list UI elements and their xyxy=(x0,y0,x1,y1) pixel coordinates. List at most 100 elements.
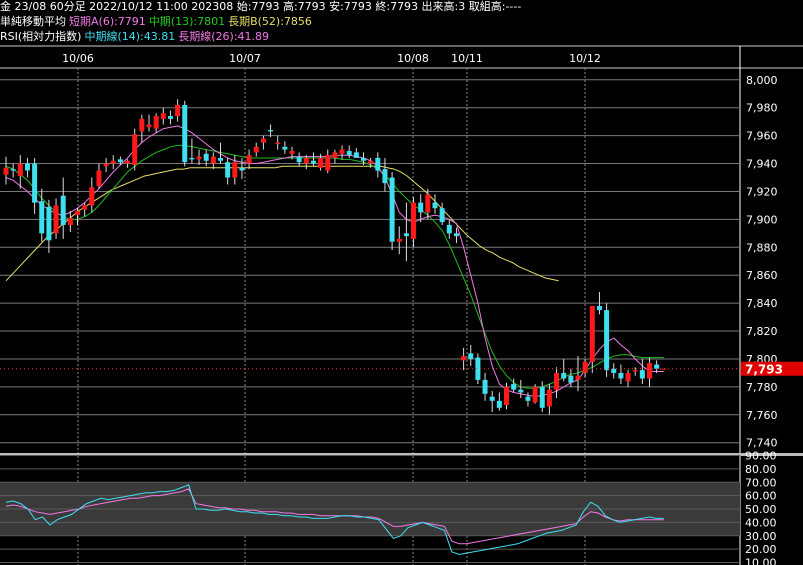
candle-body xyxy=(210,156,216,164)
price-tick-label: 7,780 xyxy=(746,381,778,394)
ma-long-line xyxy=(5,165,559,282)
rsi-panel: 10.0020.0030.0040.0050.0060.0070.0080.00… xyxy=(0,450,777,565)
candle xyxy=(353,148,359,158)
candle-body xyxy=(325,155,331,171)
price-tick-label: 8,000 xyxy=(746,74,778,87)
candle xyxy=(389,171,395,251)
rsi-tick-label: 90.00 xyxy=(745,450,777,463)
candle-body xyxy=(647,363,652,379)
candle xyxy=(175,99,181,122)
candle xyxy=(253,142,259,157)
candle xyxy=(139,114,145,143)
candlestick-chart[interactable]: 10/06 10/07 10/08 10/11 10/12 7,740 7,760 7,78… xyxy=(0,0,803,565)
candle xyxy=(332,149,338,164)
price-tick-label: 7,940 xyxy=(746,158,778,171)
candle xyxy=(196,149,202,165)
candle-body xyxy=(361,157,366,161)
candle xyxy=(382,157,388,192)
candle xyxy=(432,194,438,214)
candle xyxy=(225,157,231,185)
candle-body xyxy=(446,224,452,234)
candle xyxy=(647,357,652,387)
candle-body xyxy=(546,389,552,407)
candle-body xyxy=(468,353,474,359)
candle xyxy=(439,202,445,225)
candle-body xyxy=(353,152,359,158)
candle-body xyxy=(639,370,645,379)
candle-body xyxy=(253,146,259,153)
candle xyxy=(582,358,588,378)
candle-body xyxy=(625,372,631,382)
candle xyxy=(53,198,59,239)
candle-body xyxy=(110,160,116,164)
candle-body xyxy=(282,146,288,150)
candle-body xyxy=(403,233,409,237)
candle xyxy=(339,145,345,160)
candle-body xyxy=(10,169,16,171)
candle xyxy=(146,114,152,132)
candle-body xyxy=(3,167,9,175)
candle-body xyxy=(561,372,567,379)
candle xyxy=(310,152,316,167)
candle-body xyxy=(504,386,509,406)
candle-body xyxy=(246,155,252,164)
candle xyxy=(561,358,567,382)
candle xyxy=(110,155,116,170)
candle xyxy=(446,219,452,239)
candle xyxy=(210,152,216,170)
candle xyxy=(296,152,302,167)
candle-body xyxy=(396,238,402,242)
candle xyxy=(461,347,467,371)
candle-body xyxy=(53,205,59,234)
candle xyxy=(625,370,631,387)
candle xyxy=(46,199,52,253)
price-tick-label: 7,760 xyxy=(746,409,778,422)
candle-body xyxy=(532,386,538,403)
candle xyxy=(303,155,309,170)
candle-body xyxy=(661,368,667,370)
candle-body xyxy=(518,389,524,393)
candle-body xyxy=(432,202,438,209)
candle xyxy=(346,145,352,158)
candle xyxy=(153,113,159,133)
candle-body xyxy=(339,149,345,154)
candle xyxy=(132,128,138,171)
rsi-tick-label: 80.00 xyxy=(745,463,777,476)
price-axis: 7,7407,7607,7807,8007,8207,8407,8607,880… xyxy=(746,74,778,450)
candle-body xyxy=(604,310,610,371)
candle xyxy=(375,152,381,178)
candle-body xyxy=(632,370,638,372)
candle-body xyxy=(318,157,324,168)
candles xyxy=(3,99,667,415)
candle xyxy=(282,141,288,154)
candle xyxy=(482,372,488,401)
candle-body xyxy=(439,208,445,223)
x-tick-label: 10/07 xyxy=(229,52,261,65)
candle-body xyxy=(411,202,417,239)
candle-body xyxy=(218,157,223,161)
candle xyxy=(589,305,595,373)
candle-body xyxy=(39,201,45,234)
candle xyxy=(182,100,188,167)
last-price-label: 7,793 xyxy=(745,363,783,377)
rsi-tick-label: 10.00 xyxy=(745,557,777,565)
price-tick-label: 7,860 xyxy=(746,269,778,282)
rsi-tick-label: 70.00 xyxy=(745,476,777,489)
candle xyxy=(96,163,102,189)
x-tick-label: 10/11 xyxy=(451,52,483,65)
candle-body xyxy=(554,372,560,390)
price-tick-label: 7,980 xyxy=(746,102,778,115)
candle-body xyxy=(17,163,23,177)
candle xyxy=(289,146,295,160)
candle xyxy=(260,135,266,150)
rsi-tick-label: 50.00 xyxy=(745,503,777,516)
candle-body xyxy=(654,364,660,369)
rsi-tick-label: 40.00 xyxy=(745,516,777,529)
candle xyxy=(239,157,245,179)
candle-body xyxy=(496,400,502,408)
candle xyxy=(546,384,552,415)
candle-body xyxy=(82,205,88,210)
candle xyxy=(418,194,424,223)
candle xyxy=(604,303,610,378)
candle-body xyxy=(589,305,595,362)
